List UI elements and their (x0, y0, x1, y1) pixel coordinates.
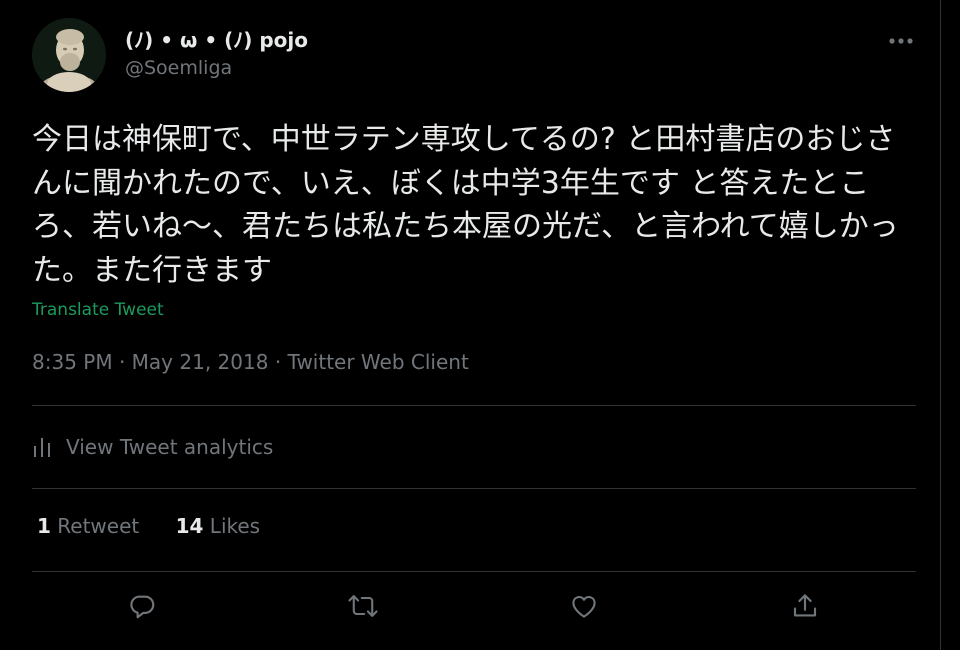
retweet-count: 1 (37, 514, 51, 538)
like-label: Likes (209, 514, 261, 538)
retweet-label: Retweet (57, 514, 140, 538)
reply-button[interactable] (119, 585, 165, 631)
reply-icon (127, 591, 157, 625)
tweet-date[interactable]: May 21, 2018 (132, 350, 269, 374)
retweet-icon (347, 591, 379, 625)
display-name[interactable]: (ﾉ) • ω • (ﾉ) pojo (125, 24, 308, 53)
divider (32, 488, 916, 489)
retweet-button[interactable] (340, 585, 386, 631)
retweet-stat[interactable]: 1 Retweet (37, 514, 139, 538)
like-button[interactable] (561, 585, 607, 631)
divider (32, 571, 916, 572)
tweet-client[interactable]: Twitter Web Client (288, 350, 469, 374)
column-border (940, 0, 941, 650)
avatar[interactable] (32, 18, 106, 92)
tweet-meta: 8:35 PM · May 21, 2018 · Twitter Web Cli… (32, 350, 469, 374)
like-count: 14 (175, 514, 204, 538)
more-options-button[interactable] (880, 24, 922, 54)
share-icon (790, 591, 820, 625)
bar-chart-icon (32, 436, 52, 458)
tweet-time[interactable]: 8:35 PM (32, 350, 113, 374)
meta-separator: · (118, 350, 126, 374)
action-bar (32, 585, 916, 631)
meta-separator: · (274, 350, 282, 374)
engagement-stats: 1 Retweet 14 Likes (37, 514, 260, 538)
divider (32, 405, 916, 406)
view-analytics-link[interactable]: View Tweet analytics (32, 430, 273, 464)
tweet-text: 今日は神保町で、中世ラテン専攻してるの? と田村書店のおじさんに聞かれたので、い… (32, 122, 899, 288)
heart-icon (569, 591, 599, 625)
like-stat[interactable]: 14 Likes (176, 514, 261, 538)
more-horizontal-icon (888, 30, 914, 49)
analytics-label: View Tweet analytics (66, 435, 274, 459)
user-handle[interactable]: @Soemliga (125, 57, 232, 79)
tweet-detail: (ﾉ) • ω • (ﾉ) pojo @Soemliga 今日は神保町で、中世ラ… (0, 0, 940, 650)
translate-tweet-link[interactable]: Translate Tweet (32, 300, 164, 320)
share-button[interactable] (782, 585, 828, 631)
